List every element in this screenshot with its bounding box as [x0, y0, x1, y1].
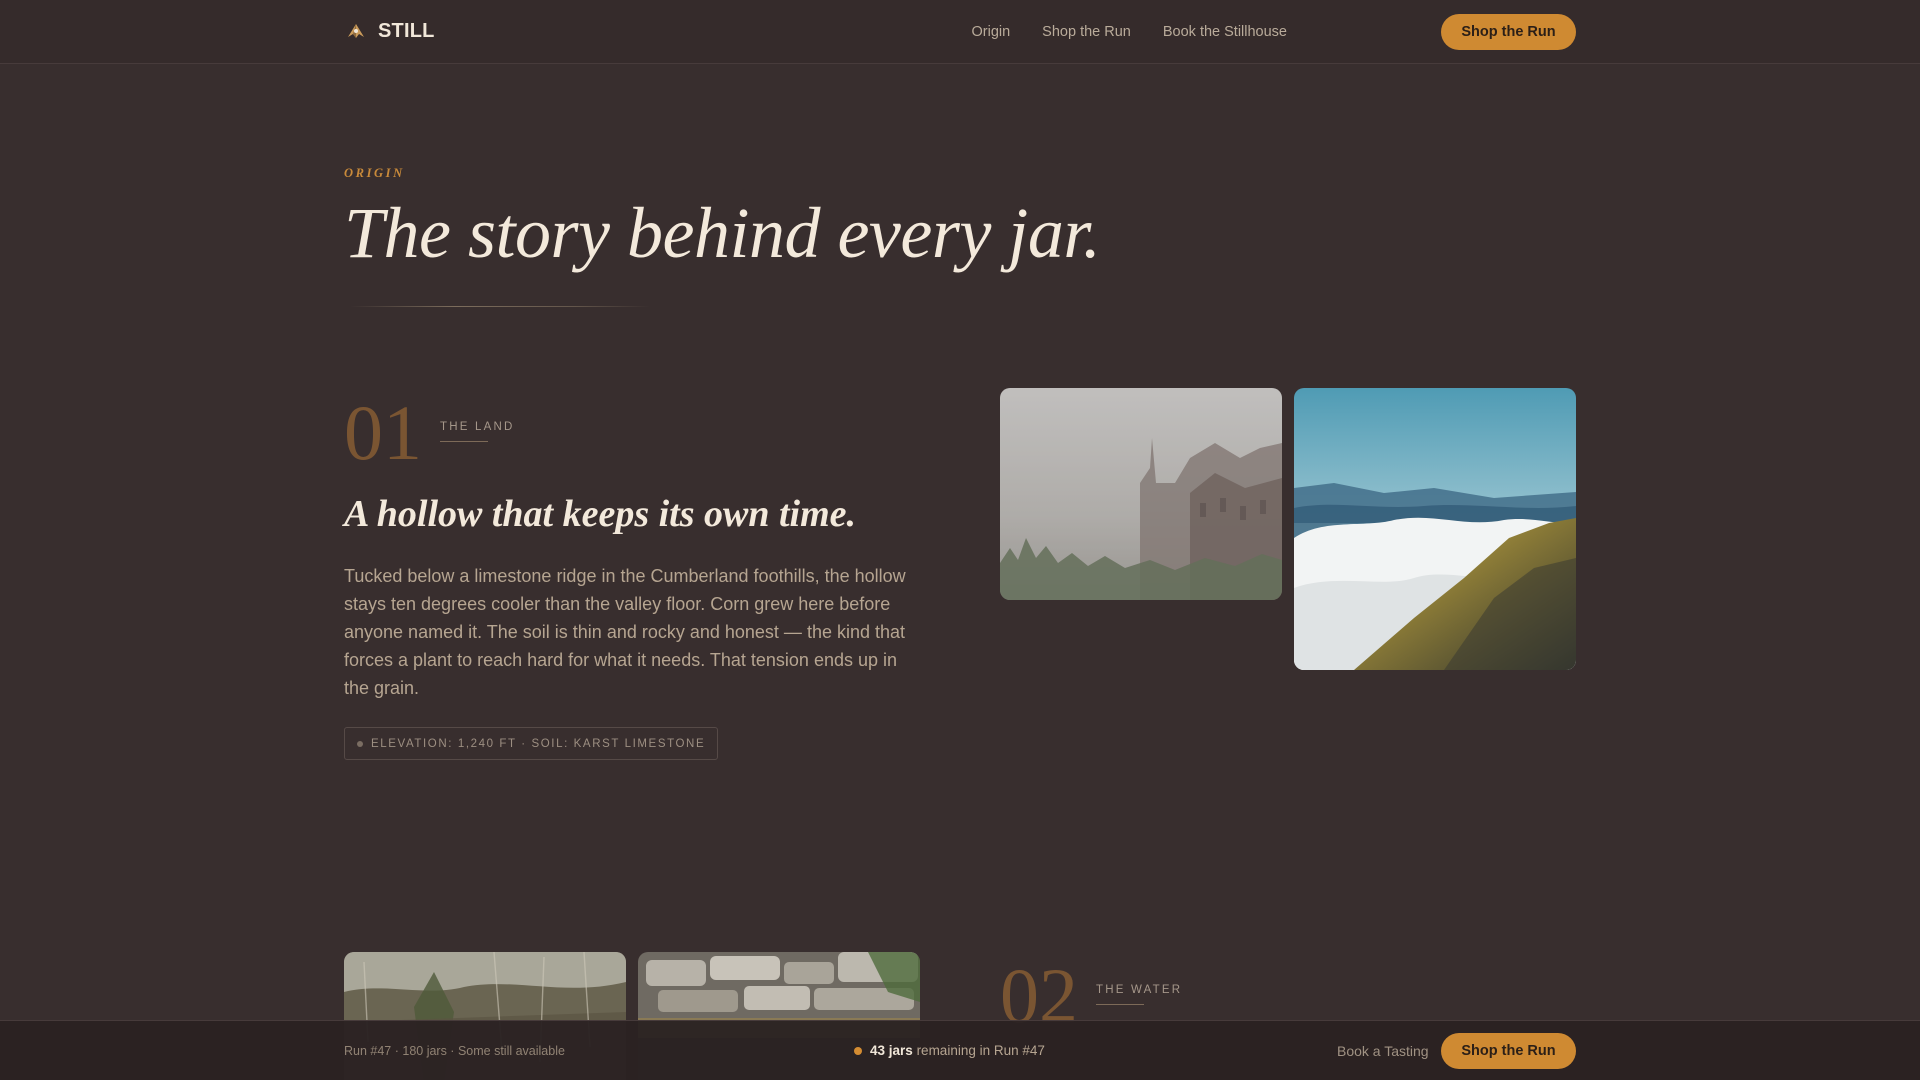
- brand-name: STILL: [378, 19, 435, 42]
- nav-links: Origin Shop the Run Book the Stillhouse: [971, 0, 1287, 64]
- section-label-02: THE WATER: [1096, 984, 1183, 996]
- sticky-bottom-bar: Run #47 · 180 jars · Some still availabl…: [0, 1020, 1920, 1080]
- hero-title: The story behind every jar.: [344, 193, 1101, 273]
- top-nav: STILL Origin Shop the Run Book the Still…: [0, 0, 1920, 64]
- stock-text: 43 jars remaining in Run #47: [870, 1043, 1045, 1058]
- hero-divider: [350, 306, 650, 307]
- remaining-text: remaining in Run #47: [916, 1043, 1045, 1058]
- book-tasting-link[interactable]: Book a Tasting: [1337, 1043, 1429, 1059]
- run-info: Run #47 · 180 jars · Some still availabl…: [344, 1044, 565, 1058]
- terroir-tag: ELEVATION: 1,240 FT · SOIL: KARST LIMEST…: [344, 727, 719, 760]
- brand-logo[interactable]: STILL: [344, 19, 435, 43]
- section-body: Tucked below a limestone ridge in the Cu…: [344, 566, 906, 698]
- stock-status: 43 jars remaining in Run #47: [854, 1043, 1045, 1058]
- section-label: THE LAND: [440, 421, 515, 433]
- section-label-divider-02: [1096, 1004, 1144, 1005]
- section-heading: A hollow that keeps its own time.: [344, 493, 857, 535]
- tag-dot-icon: [357, 740, 363, 747]
- photo-foggy-building: [1000, 388, 1282, 600]
- section-number: 01: [344, 389, 422, 476]
- nav-shop-button[interactable]: Shop the Run: [1441, 14, 1576, 50]
- section-label-divider: [440, 441, 488, 442]
- status-dot-icon: [854, 1046, 862, 1055]
- nav-link-origin[interactable]: Origin: [971, 24, 1010, 40]
- nav-link-book[interactable]: Book the Stillhouse: [1163, 24, 1287, 40]
- bottom-shop-button[interactable]: Shop the Run: [1441, 1033, 1576, 1069]
- nav-link-shop[interactable]: Shop the Run: [1042, 24, 1131, 40]
- still-logo-icon: [348, 24, 364, 38]
- remaining-count: 43 jars: [870, 1043, 913, 1058]
- photo-mountain-clouds: [1294, 388, 1576, 670]
- tag-text: ELEVATION: 1,240 FT · SOIL: KARST LIMEST…: [371, 737, 706, 750]
- hero-eyebrow: ORIGIN: [344, 166, 405, 180]
